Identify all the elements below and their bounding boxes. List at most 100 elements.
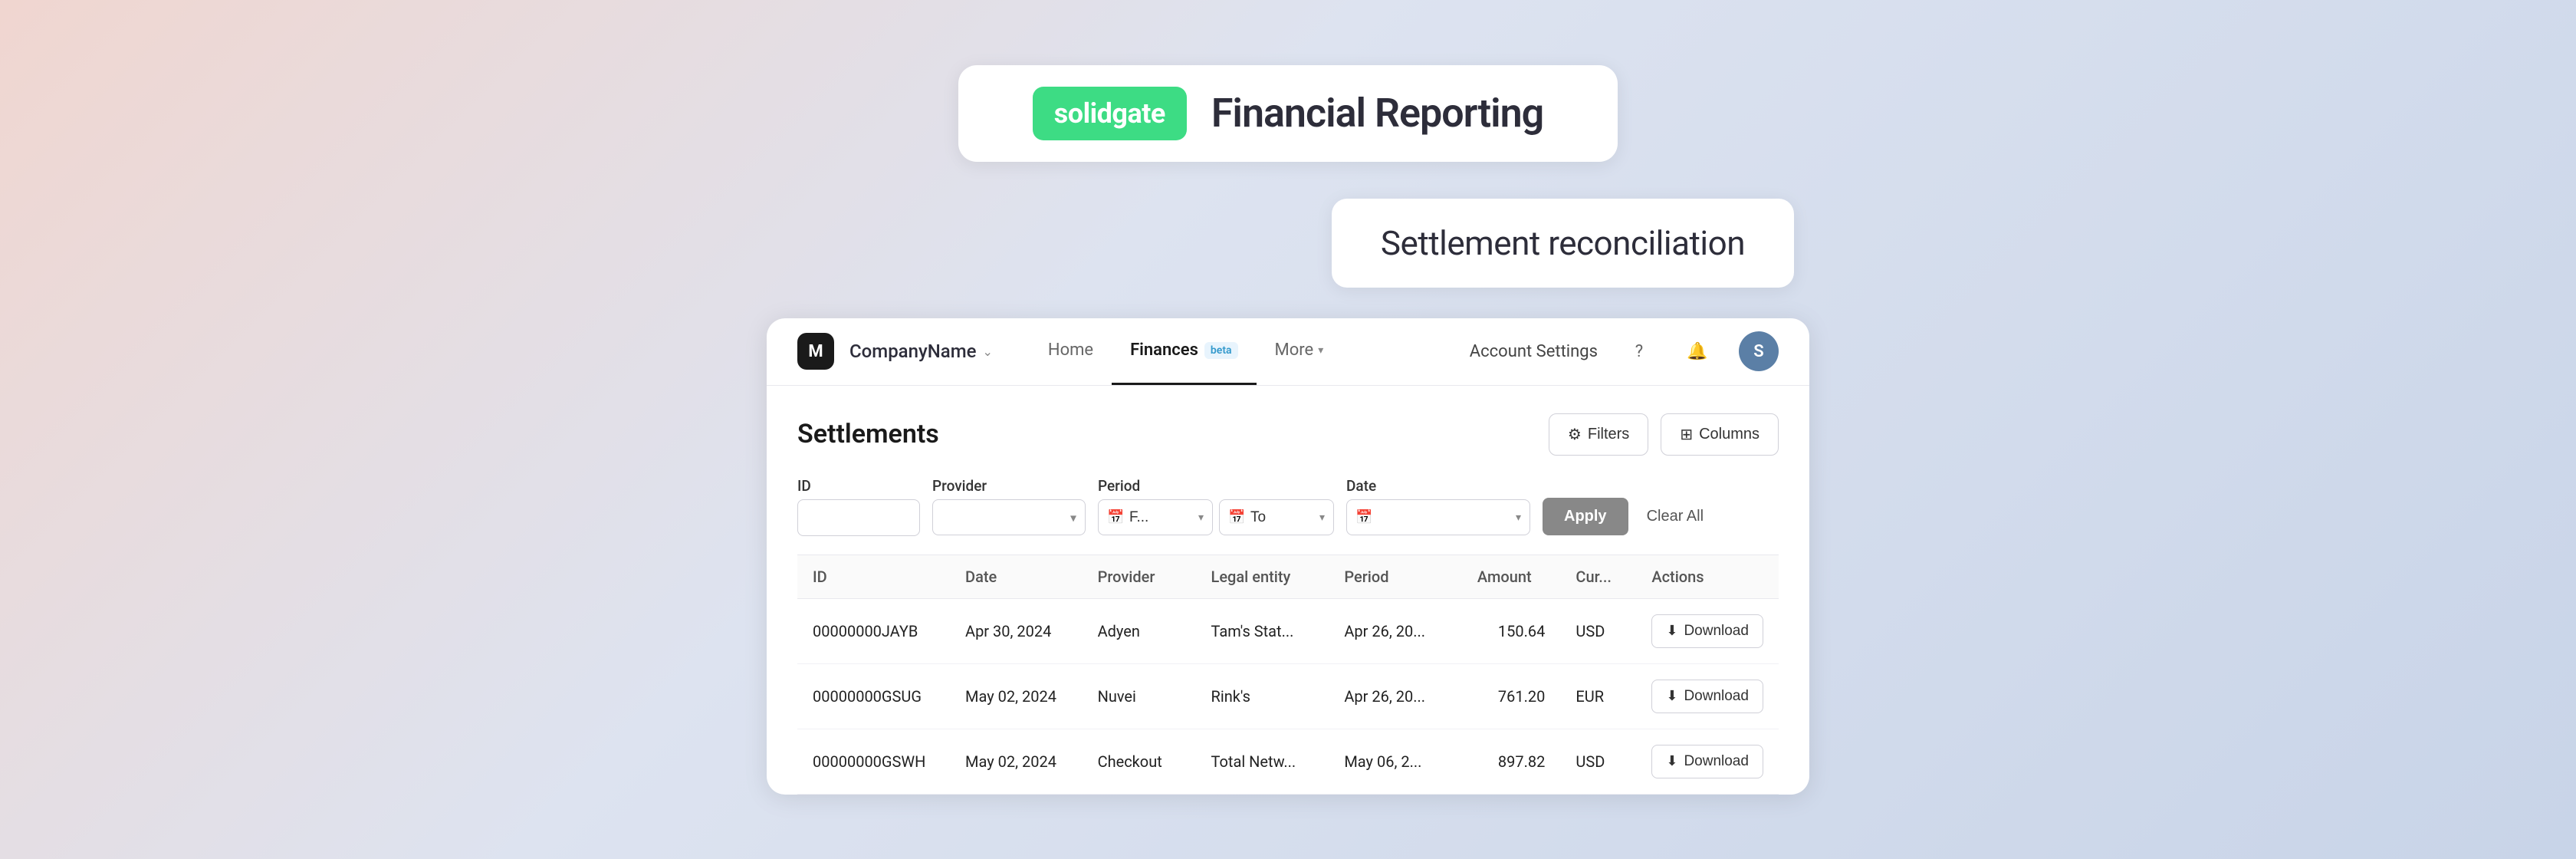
col-header-id: ID xyxy=(797,555,950,598)
columns-button[interactable]: ⊞ Columns xyxy=(1661,413,1779,456)
download-label-0: Download xyxy=(1684,623,1749,640)
date-filter-select[interactable] xyxy=(1346,499,1530,535)
cell-period-1: Apr 26, 20... xyxy=(1329,663,1462,729)
cell-currency-2: USD xyxy=(1560,729,1636,794)
reconciliation-header: Settlement reconciliation xyxy=(1332,199,1794,288)
filters-icon: ⚙ xyxy=(1568,425,1582,444)
cell-currency-0: USD xyxy=(1560,598,1636,663)
cell-provider-0: Adyen xyxy=(1083,598,1196,663)
col-header-actions: Actions xyxy=(1636,555,1779,598)
cell-date-0: Apr 30, 2024 xyxy=(950,598,1083,663)
cell-period-0: Apr 26, 20... xyxy=(1329,598,1462,663)
cell-amount-0: 150.64 xyxy=(1462,598,1560,663)
table-header-row: ID Date Provider Legal entity Period Amo… xyxy=(797,555,1779,598)
download-icon-0: ⬇ xyxy=(1666,623,1677,639)
period-filter-label: Period xyxy=(1098,477,1334,495)
table-row: 00000000GSWH May 02, 2024 Checkout Total… xyxy=(797,729,1779,794)
cell-amount-2: 897.82 xyxy=(1462,729,1560,794)
cell-amount-1: 761.20 xyxy=(1462,663,1560,729)
table-row: 00000000JAYB Apr 30, 2024 Adyen Tam's St… xyxy=(797,598,1779,663)
filters-label: Filters xyxy=(1588,426,1629,443)
account-settings-link[interactable]: Account Settings xyxy=(1470,342,1598,361)
col-header-amount: Amount xyxy=(1462,555,1560,598)
provider-filter-select[interactable] xyxy=(932,499,1086,535)
id-filter-group: ID xyxy=(797,477,920,536)
period-from-wrapper: 📅 F... ▾ xyxy=(1098,499,1213,535)
id-filter-input[interactable] xyxy=(797,499,920,536)
cell-date-2: May 02, 2024 xyxy=(950,729,1083,794)
company-selector[interactable]: CompanyName ⌄ xyxy=(849,341,993,362)
nav-bar: M CompanyName ⌄ Home Finances beta More … xyxy=(767,318,1809,386)
download-icon-2: ⬇ xyxy=(1666,753,1677,769)
user-avatar[interactable]: S xyxy=(1739,331,1779,371)
cell-id-2: 00000000GSWH xyxy=(797,729,950,794)
col-header-provider: Provider xyxy=(1083,555,1196,598)
cell-period-2: May 06, 2... xyxy=(1329,729,1462,794)
date-select-wrapper: 📅 ▾ xyxy=(1346,499,1530,535)
reconciliation-title: Settlement reconciliation xyxy=(1381,223,1745,263)
date-filter-label: Date xyxy=(1346,477,1530,495)
more-chevron-icon: ▾ xyxy=(1318,344,1323,357)
nav-item-more[interactable]: More ▾ xyxy=(1257,318,1342,386)
settlements-table: ID Date Provider Legal entity Period Amo… xyxy=(797,555,1779,795)
nav-item-home[interactable]: Home xyxy=(1030,318,1112,386)
provider-select-wrapper xyxy=(932,499,1086,535)
cell-currency-1: EUR xyxy=(1560,663,1636,729)
provider-filter-group: Provider xyxy=(932,477,1086,535)
header-actions: ⚙ Filters ⊞ Columns xyxy=(1549,413,1779,456)
col-header-date: Date xyxy=(950,555,1083,598)
download-icon-1: ⬇ xyxy=(1666,688,1677,704)
app-title: Financial Reporting xyxy=(1211,90,1543,137)
provider-filter-label: Provider xyxy=(932,477,1086,495)
cell-provider-2: Checkout xyxy=(1083,729,1196,794)
period-from-select[interactable]: F... xyxy=(1098,499,1213,535)
columns-icon: ⊞ xyxy=(1680,425,1693,444)
filters-button[interactable]: ⚙ Filters xyxy=(1549,413,1648,456)
clear-all-button[interactable]: Clear All xyxy=(1641,498,1710,535)
bell-icon: 🔔 xyxy=(1687,342,1707,361)
cell-id-1: 00000000GSUG xyxy=(797,663,950,729)
download-button-2[interactable]: ⬇ Download xyxy=(1651,745,1763,778)
section-title: Settlements xyxy=(797,419,939,449)
beta-badge: beta xyxy=(1204,342,1238,359)
cell-provider-1: Nuvei xyxy=(1083,663,1196,729)
table-row: 00000000GSUG May 02, 2024 Nuvei Rink's A… xyxy=(797,663,1779,729)
period-to-select[interactable]: To xyxy=(1219,499,1334,535)
date-filter-group: Date 📅 ▾ xyxy=(1346,477,1530,535)
period-to-wrapper: 📅 To ▾ xyxy=(1219,499,1334,535)
cell-actions-2: ⬇ Download xyxy=(1636,729,1779,794)
company-chevron-icon: ⌄ xyxy=(982,344,992,359)
period-inputs: 📅 F... ▾ 📅 To ▾ xyxy=(1098,499,1334,535)
cell-entity-0: Tam's Stat... xyxy=(1196,598,1329,663)
logo-bar: solidgate Financial Reporting xyxy=(958,65,1618,162)
filter-actions: Apply Clear All xyxy=(1543,498,1710,535)
col-header-entity: Legal entity xyxy=(1196,555,1329,598)
id-filter-label: ID xyxy=(797,477,920,495)
nav-logo: M xyxy=(797,333,834,370)
cell-actions-0: ⬇ Download xyxy=(1636,598,1779,663)
nav-item-finances[interactable]: Finances beta xyxy=(1112,318,1256,386)
notifications-button[interactable]: 🔔 xyxy=(1681,334,1714,368)
help-button[interactable]: ? xyxy=(1622,334,1656,368)
section-header: Settlements ⚙ Filters ⊞ Columns xyxy=(797,413,1779,456)
cell-entity-1: Rink's xyxy=(1196,663,1329,729)
app-panel: M CompanyName ⌄ Home Finances beta More … xyxy=(767,318,1809,795)
cell-entity-2: Total Netw... xyxy=(1196,729,1329,794)
download-label-2: Download xyxy=(1684,753,1749,770)
apply-button[interactable]: Apply xyxy=(1543,498,1628,535)
period-filter-group: Period 📅 F... ▾ 📅 To xyxy=(1098,477,1334,535)
solidgate-logo: solidgate xyxy=(1033,87,1187,140)
col-header-currency: Cur... xyxy=(1560,555,1636,598)
nav-right: Account Settings ? 🔔 S xyxy=(1470,331,1779,371)
cell-actions-1: ⬇ Download xyxy=(1636,663,1779,729)
download-button-0[interactable]: ⬇ Download xyxy=(1651,614,1763,648)
col-header-period: Period xyxy=(1329,555,1462,598)
download-button-1[interactable]: ⬇ Download xyxy=(1651,680,1763,713)
help-icon: ? xyxy=(1635,342,1643,361)
nav-items: Home Finances beta More ▾ xyxy=(1030,318,1470,386)
content-area: Settlements ⚙ Filters ⊞ Columns ID xyxy=(767,386,1809,795)
filters-row: ID Provider Period xyxy=(797,477,1779,536)
cell-id-0: 00000000JAYB xyxy=(797,598,950,663)
cell-date-1: May 02, 2024 xyxy=(950,663,1083,729)
company-name-label: CompanyName xyxy=(849,341,976,362)
